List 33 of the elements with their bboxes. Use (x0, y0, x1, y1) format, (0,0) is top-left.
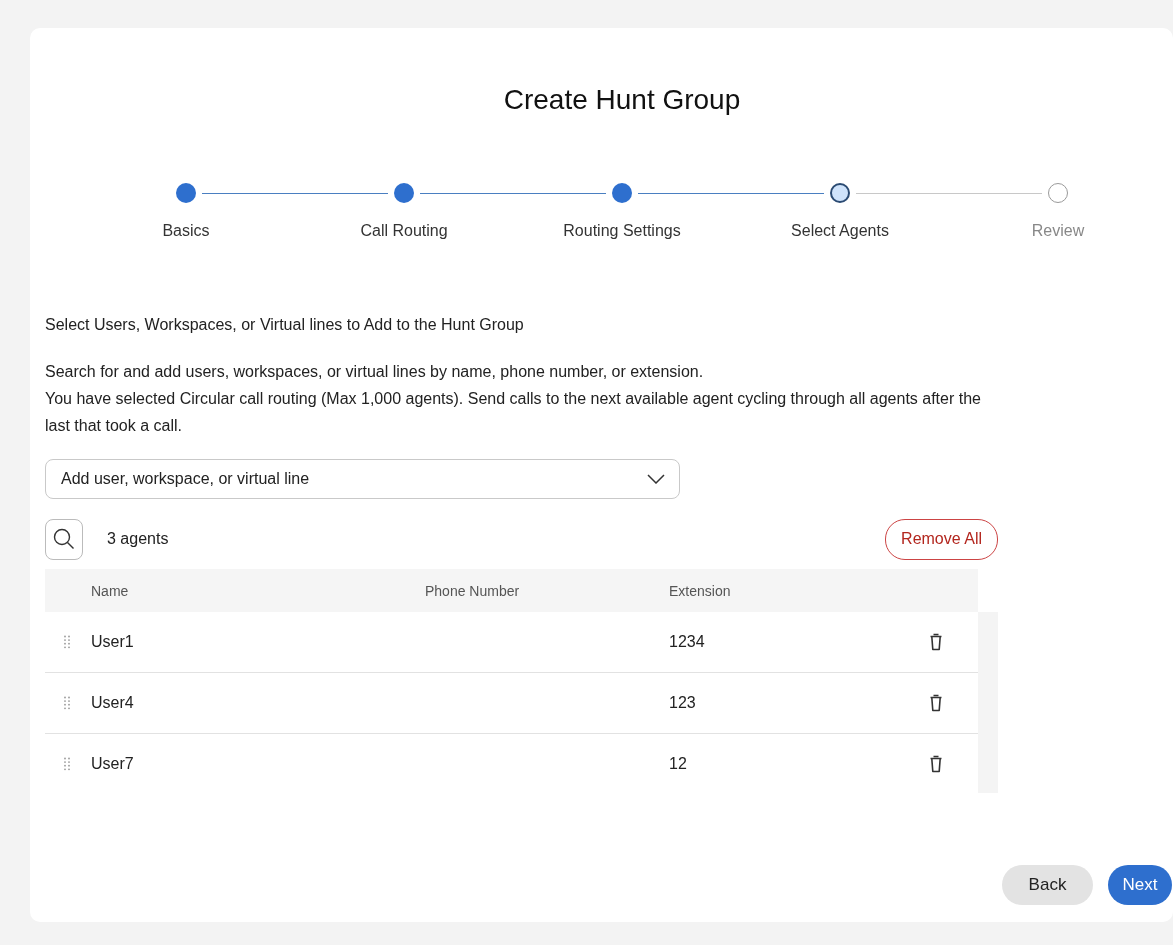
chevron-down-icon (647, 474, 665, 484)
table-cell-text: 1234 (669, 633, 706, 651)
step-label: Review (1031, 222, 1085, 240)
agent-count: 3 agents (107, 530, 170, 548)
drag-handle-icon[interactable] (64, 696, 70, 710)
remove-all-button[interactable]: Remove All (885, 518, 998, 560)
trash-icon[interactable] (929, 632, 943, 652)
scrollbar[interactable] (978, 612, 998, 793)
table-cell-text: 123 (669, 694, 697, 712)
column-header: Extension (669, 582, 732, 599)
dialog-title: Create Hunt Group (502, 84, 742, 117)
step-label: Routing Settings (563, 222, 681, 240)
search-icon (53, 528, 75, 550)
drag-handle-icon[interactable] (64, 635, 70, 649)
description-text: Search for and add users, workspaces, or virtual lines by name, phone number, or extension. (45, 362, 705, 382)
trash-icon[interactable] (929, 693, 943, 713)
step-label: Select Agents (791, 222, 889, 240)
drag-handle-icon[interactable] (64, 757, 70, 771)
table-cell-text: User4 (91, 694, 135, 712)
back-button[interactable]: Back (1002, 865, 1093, 905)
search-button[interactable] (45, 518, 83, 560)
column-header: Phone Number (425, 582, 521, 599)
table-cell-text: User1 (91, 633, 135, 651)
add-dropdown[interactable]: Add user, workspace, or virtual line (45, 459, 680, 499)
description-text: You have selected Circular call routing (Max 1,000 agents). Send calls to the next available agent cycling through all agents after the last that took a call. (45, 389, 982, 436)
column-header: Name (91, 582, 130, 599)
step-label: Basics (162, 222, 210, 240)
section-heading: Select Users, Workspaces, or Virtual lines to Add to the Hunt Group (45, 316, 525, 334)
trash-icon[interactable] (929, 754, 943, 774)
step-label: Call Routing (360, 222, 448, 240)
table-cell-text: 12 (669, 755, 688, 773)
table-cell-text: User7 (91, 755, 135, 773)
next-button[interactable]: Next (1108, 865, 1172, 905)
